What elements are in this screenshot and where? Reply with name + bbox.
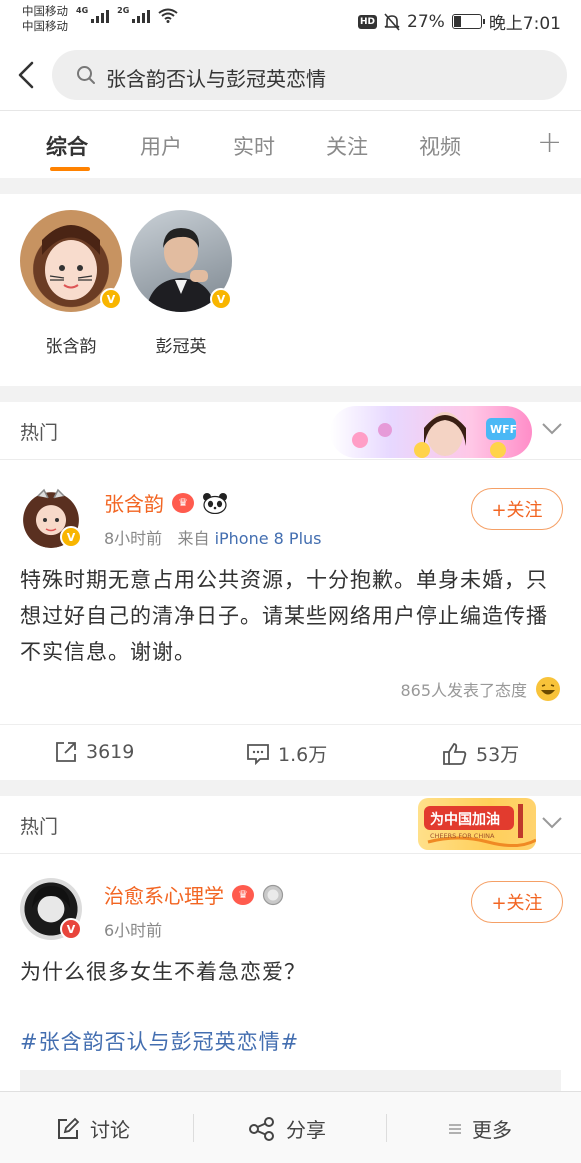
result-tabs: 综合 用户 实时 关注 视频 + [0, 110, 581, 178]
post-text: 特殊时期无意占用公共资源，十分抱歉。单身未婚，只想过好自己的清净日子。请某些网络… [20, 568, 548, 664]
post-time: 6小时前 [104, 921, 163, 940]
user-item-pengguanying[interactable]: V 彭冠英 [130, 210, 232, 357]
signal-indicators: 4G 2G [76, 6, 178, 23]
status-bar: 中国移动 中国移动 4G 2G HD 27% 晚上7:01 [0, 0, 581, 40]
net-type-1: 4G [76, 6, 89, 15]
comment-count: 1.6万 [278, 744, 328, 766]
chevron-down-icon[interactable] [541, 816, 563, 830]
promo-banner[interactable]: WFF [330, 406, 532, 458]
promo-banner-text: WFF [490, 423, 518, 436]
user-name: 张含韵 [45, 337, 97, 357]
user-name: 彭冠英 [155, 337, 207, 357]
divider [193, 1114, 194, 1142]
post-text: 为什么很多女生不着急恋爱？ [20, 960, 306, 984]
share-button[interactable]: 分享 [248, 1114, 326, 1143]
banner-title: 为中国加油 [430, 812, 500, 828]
like-count: 53万 [476, 744, 520, 766]
thumbs-up-icon [443, 742, 467, 765]
verified-badge: V [60, 918, 82, 940]
search-header: 张含韵否认与彭冠英恋情 [0, 40, 581, 110]
more-button[interactable]: 更多 [448, 1114, 512, 1143]
follow-button[interactable]: +关注 [471, 488, 563, 530]
discuss-button[interactable]: 讨论 [56, 1114, 130, 1143]
post-author[interactable]: 张含韵 [104, 488, 164, 517]
post-author[interactable]: 治愈系心理学 [104, 880, 224, 909]
hot-section-header: 热门 WFF [0, 402, 581, 460]
add-tab-button[interactable]: + [537, 128, 562, 158]
post-card-2: V 治愈系心理学 ♛ 6小时前 +关注 为什么很多女生不着急恋爱？ #张含韵否认… [0, 854, 581, 1091]
crown-icon: ♛ [172, 492, 194, 513]
section-title: 热门 [20, 422, 59, 444]
discuss-label: 讨论 [90, 1118, 130, 1142]
net-type-2: 2G [117, 6, 130, 15]
hd-icon: HD [358, 14, 378, 29]
verified-badge: V [210, 288, 232, 310]
signal-2g-icon: 2G [117, 6, 151, 23]
post-author-row: 张含韵 ♛ [104, 488, 228, 517]
users-card: V 张含韵 V 彭冠英 [0, 194, 581, 386]
share-icon [249, 1116, 274, 1141]
carrier-info: 中国移动 中国移动 [22, 4, 68, 34]
post-card: V 张含韵 ♛ 8小时前 来自 iPhone 8 Plus +关注 特殊时期无意… [0, 460, 581, 780]
active-tab-indicator [50, 167, 90, 171]
post-preview-box [20, 1070, 561, 1091]
comment-icon [247, 743, 269, 765]
post-meta: 6小时前 [104, 917, 162, 941]
post-hashtag[interactable]: #张含韵否认与彭冠英恋情# [20, 1024, 565, 1060]
attitude-row[interactable]: 865人发表了态度 [400, 676, 561, 702]
back-arrow-icon[interactable] [14, 60, 38, 90]
user-item-zhanghanyun[interactable]: V 张含韵 [20, 210, 122, 357]
verified-badge: V [60, 526, 82, 548]
post-author-row: 治愈系心理学 ♛ [104, 880, 284, 909]
clock: 晚上7:01 [488, 14, 561, 34]
carrier-1: 中国移动 [22, 4, 68, 18]
search-input[interactable]: 张含韵否认与彭冠英恋情 [52, 50, 567, 100]
laugh-emoji-icon [536, 677, 560, 701]
battery-percent: 27% [407, 11, 445, 32]
tab-following[interactable]: 关注 [326, 131, 368, 161]
search-query: 张含韵否认与彭冠英恋情 [106, 67, 326, 91]
section-title: 热门 [20, 816, 59, 838]
repost-count: 3619 [86, 741, 135, 763]
post-time: 8小时前 [104, 529, 163, 548]
status-right: HD 27% 晚上7:01 [358, 9, 561, 34]
banner-subtitle: CHEERS FOR CHINA [430, 832, 495, 840]
verified-badge: V [100, 288, 122, 310]
repost-button[interactable]: 3619 [54, 740, 134, 764]
divider [386, 1114, 387, 1142]
more-label: 更多 [472, 1118, 512, 1142]
mute-bell-icon [384, 12, 400, 31]
panda-icon [203, 492, 227, 514]
cheers-for-china-banner[interactable]: 为中国加油 CHEERS FOR CHINA [418, 798, 536, 850]
chevron-down-icon[interactable] [541, 422, 563, 436]
follow-button[interactable]: +关注 [471, 881, 563, 923]
tab-videos[interactable]: 视频 [419, 131, 461, 161]
search-icon [77, 66, 95, 84]
wifi-icon [158, 8, 178, 23]
edit-icon [58, 1117, 80, 1139]
hot-section-header-2: 热门 为中国加油 CHEERS FOR CHINA [0, 796, 581, 854]
tab-comprehensive[interactable]: 综合 [46, 131, 88, 161]
attitude-count: 865人发表了态度 [400, 681, 527, 700]
post-actions: 3619 1.6万 53万 [0, 724, 581, 782]
signal-4g-icon: 4G [76, 6, 110, 23]
tab-users[interactable]: 用户 [140, 131, 182, 161]
like-button[interactable]: 53万 [442, 740, 519, 767]
post-source[interactable]: iPhone 8 Plus [215, 529, 322, 548]
post-from-label: 来自 [177, 529, 210, 548]
comment-button[interactable]: 1.6万 [246, 740, 327, 767]
crown-icon: ♛ [232, 884, 254, 905]
battery-icon [451, 14, 485, 29]
menu-icon [449, 1123, 461, 1134]
bottom-action-bar: 讨论 分享 更多 [0, 1091, 581, 1163]
share-label: 分享 [286, 1118, 326, 1142]
carrier-2: 中国移动 [22, 19, 68, 33]
repost-icon [56, 742, 76, 762]
tab-realtime[interactable]: 实时 [233, 131, 275, 161]
medal-icon [262, 884, 284, 905]
post-meta: 8小时前 来自 iPhone 8 Plus [104, 525, 322, 549]
